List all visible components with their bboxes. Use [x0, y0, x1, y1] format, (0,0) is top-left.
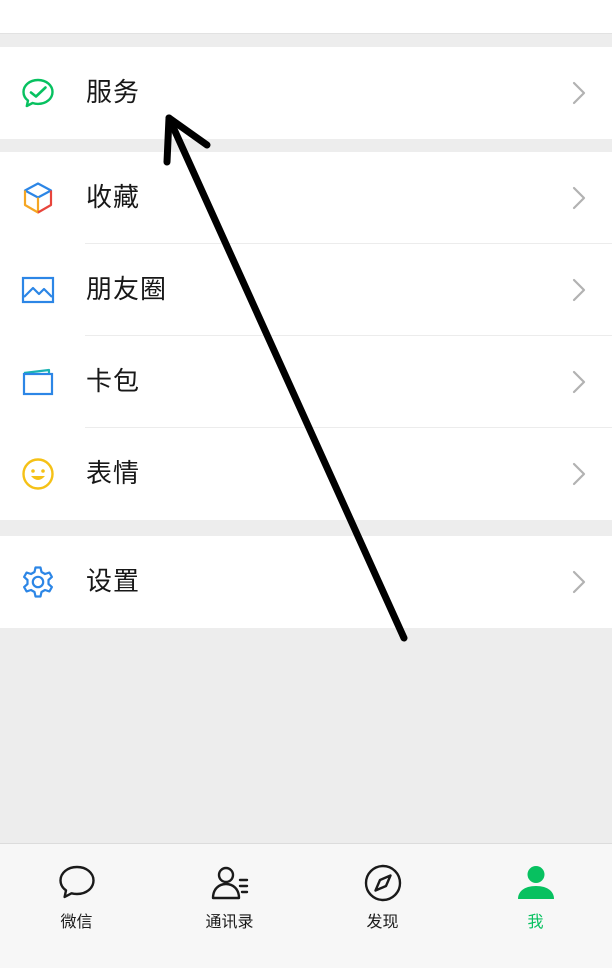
compass-icon — [362, 862, 404, 904]
top-strip — [0, 0, 612, 34]
menu-group-main: 收藏 朋友圈 卡包 表情 — [0, 152, 612, 520]
menu-group-service: 服务 — [0, 47, 612, 139]
smile-icon — [20, 456, 56, 492]
tab-me[interactable]: 我 — [459, 844, 612, 968]
tab-label: 通讯录 — [205, 912, 254, 931]
tab-label: 微信 — [60, 912, 93, 931]
bottom-tab-bar: 微信 通讯录 发现 我 — [0, 843, 612, 968]
cube-icon — [20, 180, 56, 216]
menu-item-service[interactable]: 服务 — [0, 47, 612, 139]
chevron-right-icon — [572, 186, 586, 210]
person-icon — [515, 862, 557, 904]
tab-discover[interactable]: 发现 — [306, 844, 459, 968]
menu-item-settings[interactable]: 设置 — [0, 536, 612, 628]
tab-chats[interactable]: 微信 — [0, 844, 153, 968]
card-icon — [20, 364, 56, 400]
gear-icon — [20, 564, 56, 600]
menu-item-label: 收藏 — [86, 183, 141, 213]
chevron-right-icon — [572, 570, 586, 594]
contacts-icon — [209, 862, 251, 904]
menu-item-label: 服务 — [86, 78, 141, 108]
menu-item-cards[interactable]: 卡包 — [0, 336, 612, 428]
chat-bubble-icon — [56, 862, 98, 904]
tab-label: 发现 — [366, 912, 399, 931]
chevron-right-icon — [572, 278, 586, 302]
menu-group-settings: 设置 — [0, 536, 612, 628]
chevron-right-icon — [572, 370, 586, 394]
menu-item-label: 表情 — [86, 459, 141, 489]
tab-contacts[interactable]: 通讯录 — [153, 844, 306, 968]
chevron-right-icon — [572, 81, 586, 105]
menu-item-stickers[interactable]: 表情 — [0, 428, 612, 520]
image-icon — [20, 272, 56, 308]
menu-item-moments[interactable]: 朋友圈 — [0, 244, 612, 336]
menu-item-label: 朋友圈 — [86, 275, 168, 305]
menu-item-favorites[interactable]: 收藏 — [0, 152, 612, 244]
tab-label: 我 — [527, 912, 544, 931]
chevron-right-icon — [572, 462, 586, 486]
menu-item-label: 设置 — [86, 567, 141, 597]
menu-item-label: 卡包 — [86, 367, 141, 397]
service-icon — [20, 75, 56, 111]
